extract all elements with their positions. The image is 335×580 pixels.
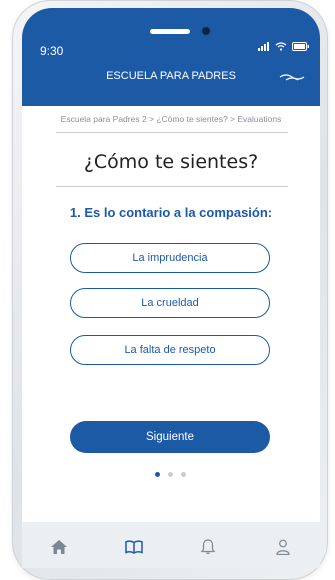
next-button-label: Siguiente xyxy=(146,431,194,443)
app-header xyxy=(22,78,320,106)
wifi-icon xyxy=(275,42,287,51)
screen: 9:30 ESCUELA PARA PADRES Escuela para Pa… xyxy=(22,8,320,568)
app-title: ESCUELA PARA PADRES xyxy=(106,70,236,82)
book-icon xyxy=(125,540,143,554)
divider-top xyxy=(56,132,288,133)
option-button-2[interactable]: La crueldad xyxy=(70,288,270,318)
camera-icon xyxy=(202,27,210,35)
nav-profile[interactable] xyxy=(268,532,298,562)
divider-title xyxy=(56,186,288,187)
battery-icon xyxy=(292,42,309,51)
speaker-grille xyxy=(150,29,190,34)
bell-icon xyxy=(201,539,216,555)
pagination-dot-1[interactable] xyxy=(155,472,160,477)
status-time: 9:30 xyxy=(40,44,64,58)
signal-icon xyxy=(258,42,269,51)
user-icon xyxy=(276,539,290,555)
question-text: 1. Es lo contario a la compasión: xyxy=(69,205,273,220)
option-label: La falta de respeto xyxy=(124,344,216,356)
status-icons xyxy=(258,42,310,51)
nav-home[interactable] xyxy=(44,532,74,562)
home-icon xyxy=(51,540,68,554)
option-button-3[interactable]: La falta de respeto xyxy=(70,335,270,365)
pagination-dot-2[interactable] xyxy=(168,472,173,477)
menu-icon[interactable] xyxy=(278,68,306,86)
nav-notifications[interactable] xyxy=(193,532,223,562)
breadcrumb[interactable]: Escuela para Padres 2 > ¿Cómo te sientes… xyxy=(22,114,320,124)
option-button-1[interactable]: La imprudencia xyxy=(70,243,270,273)
option-label: La crueldad xyxy=(141,297,199,309)
page-title: ¿Cómo te sientes? xyxy=(83,151,259,173)
status-bar: 9:30 xyxy=(22,8,320,78)
bottom-nav xyxy=(22,522,320,568)
pagination-dot-3[interactable] xyxy=(181,472,186,477)
nav-book[interactable] xyxy=(119,532,149,562)
next-button[interactable]: Siguiente xyxy=(70,421,270,453)
option-label: La imprudencia xyxy=(132,252,208,264)
pagination-dots xyxy=(155,472,186,477)
